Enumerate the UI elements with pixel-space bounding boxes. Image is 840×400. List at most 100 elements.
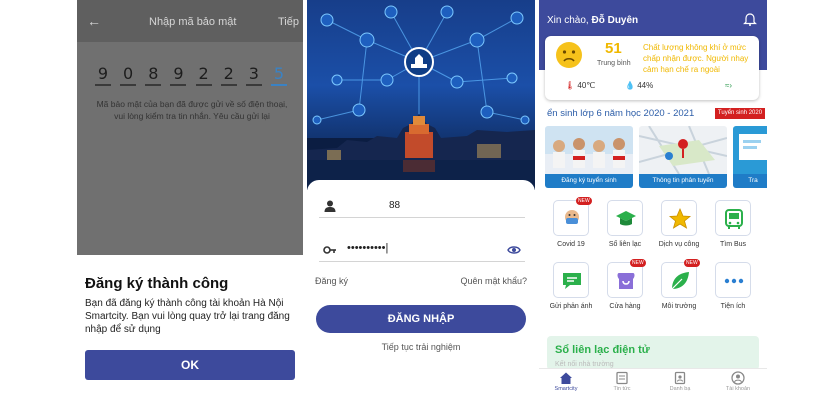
banner-lookup[interactable]: Tra bbox=[733, 126, 767, 188]
tile-label: Covid 19 bbox=[557, 241, 585, 248]
otp-digit-active[interactable]: 5 bbox=[270, 64, 287, 86]
greeting-prefix: Xin chào, bbox=[547, 15, 589, 26]
network-illustration bbox=[307, 5, 535, 190]
tile-box bbox=[715, 200, 751, 236]
tile-box bbox=[607, 262, 643, 298]
back-arrow-icon[interactable]: ← bbox=[87, 13, 101, 29]
password-field[interactable]: ••••••••••| bbox=[319, 240, 525, 262]
tile-box bbox=[607, 200, 643, 236]
otp-screen: ← Nhập mã bảo mật Tiếp 9 0 8 9 2 2 3 5 M… bbox=[77, 0, 303, 400]
tile-label: Dịch vụ công bbox=[658, 241, 700, 248]
banner-register-admission[interactable]: Đăng ký tuyển sinh bbox=[545, 126, 633, 188]
tile-box bbox=[553, 200, 589, 236]
password-value: ••••••••••| bbox=[347, 242, 389, 254]
banner-district-info[interactable]: Thông tin phân tuyến bbox=[639, 126, 727, 188]
tile-label: Tiện ích bbox=[720, 303, 746, 310]
otp-hint-text: Mã bảo mật của bạn đã được gửi về số điệ… bbox=[96, 99, 288, 121]
otp-digit[interactable]: 9 bbox=[95, 64, 111, 86]
tile-label: Môi trường bbox=[661, 303, 697, 310]
e-contact-book-promo[interactable]: Sổ liên lạc điện tử Kết nối nhà trường bbox=[547, 336, 759, 370]
promo-subtitle: Kết nối nhà trường bbox=[555, 361, 614, 368]
otp-digit[interactable]: 2 bbox=[220, 64, 237, 86]
user-name: Đỗ Duyên bbox=[591, 15, 639, 26]
virus-mask-icon bbox=[565, 210, 579, 224]
show-password-eye-icon[interactable] bbox=[507, 244, 521, 256]
news-icon bbox=[616, 371, 628, 385]
wind-icon: ≈› bbox=[725, 81, 733, 90]
smartcity-hero-image bbox=[307, 0, 535, 190]
map-photo bbox=[639, 126, 727, 174]
otp-digit[interactable]: 2 bbox=[195, 64, 212, 86]
new-badge: NEW bbox=[684, 259, 700, 267]
login-button[interactable]: ĐĂNG NHẬP bbox=[316, 305, 526, 333]
tab-smartcity[interactable]: Smartcity bbox=[541, 371, 591, 392]
banner-label: Thông tin phân tuyến bbox=[639, 174, 727, 188]
banner-label: Tra bbox=[733, 174, 767, 188]
tile-box bbox=[715, 262, 751, 298]
tab-label: Tin tức bbox=[613, 386, 631, 392]
tile-box bbox=[661, 200, 697, 236]
bottom-tab-bar: Smartcity Tin tức Danh bạ Tài khoản bbox=[539, 368, 767, 400]
more-dots-icon bbox=[724, 278, 744, 284]
login-screen: 88 ••••••••••| Đăng ký Quên mật khẩu? ĐĂ… bbox=[307, 0, 535, 400]
key-icon bbox=[323, 246, 336, 254]
forgot-password-link[interactable]: Quên mật khẩu? bbox=[460, 276, 527, 286]
otp-code-input[interactable]: 9 0 8 9 2 2 3 5 bbox=[95, 64, 287, 86]
tile-label: Sổ liên lạc bbox=[608, 241, 642, 248]
temperature-value: 40℃ bbox=[577, 81, 596, 90]
sad-face-icon bbox=[556, 42, 582, 68]
ok-button[interactable]: OK bbox=[85, 350, 295, 380]
air-quality-card[interactable]: 51 Trung bình Chất lượng không khí ở mức… bbox=[545, 36, 759, 100]
humidity: 💧 44% bbox=[625, 81, 653, 90]
username-value: 88 bbox=[389, 200, 401, 211]
dialog-message: Bạn đã đăng ký thành công tài khoản Hà N… bbox=[85, 298, 290, 335]
otp-digit[interactable]: 9 bbox=[170, 64, 187, 86]
tile-label: Tìm Bus bbox=[719, 241, 747, 248]
leaf-icon bbox=[671, 272, 689, 290]
star-icon bbox=[668, 207, 692, 229]
humidity-value: 44% bbox=[637, 81, 654, 90]
aqi-level: Trung bình bbox=[597, 60, 631, 67]
tab-label: Tài khoản bbox=[725, 386, 751, 392]
tab-label: Danh bạ bbox=[669, 386, 691, 392]
next-button[interactable]: Tiếp bbox=[278, 16, 299, 28]
admission-section-title: ển sinh lớp 6 năm học 2020 - 2021 bbox=[547, 108, 695, 119]
admission-tag: Tuyển sinh 2020 bbox=[715, 108, 765, 119]
tile-box bbox=[553, 262, 589, 298]
tab-label: Smartcity bbox=[554, 386, 578, 392]
username-field[interactable]: 88 bbox=[319, 196, 525, 218]
greeting: Xin chào, Đỗ Duyên bbox=[547, 15, 638, 26]
login-panel: 88 ••••••••••| Đăng ký Quên mật khẩu? ĐĂ… bbox=[307, 180, 535, 400]
phonebook-icon bbox=[674, 371, 686, 385]
aqi-description: Chất lượng không khí ở mức chấp nhận đượ… bbox=[643, 43, 749, 74]
banner-label: Đăng ký tuyển sinh bbox=[545, 174, 633, 188]
otp-digit[interactable]: 0 bbox=[120, 64, 137, 86]
account-icon bbox=[731, 371, 745, 385]
bell-icon[interactable] bbox=[743, 12, 757, 26]
success-dialog: Đăng ký thành công Bạn đã đăng ký thành … bbox=[77, 255, 303, 400]
tab-account[interactable]: Tài khoản bbox=[713, 371, 763, 392]
temperature: 🌡 40℃ bbox=[565, 81, 595, 90]
otp-digit[interactable]: 8 bbox=[145, 64, 162, 86]
tab-directory[interactable]: Danh bạ bbox=[655, 371, 705, 392]
students-photo bbox=[545, 126, 633, 174]
register-link[interactable]: Đăng ký bbox=[315, 276, 348, 286]
water-drop-icon: 💧 bbox=[625, 81, 635, 90]
new-badge: NEW bbox=[576, 197, 592, 205]
otp-title: Nhập mã bảo mật bbox=[149, 16, 237, 28]
user-icon bbox=[324, 200, 336, 212]
new-badge: NEW bbox=[630, 259, 646, 267]
otp-top-bar: ← Nhập mã bảo mật Tiếp bbox=[77, 0, 303, 42]
tab-news[interactable]: Tin tức bbox=[597, 371, 647, 392]
aqi-value: 51 bbox=[605, 40, 622, 57]
store-icon bbox=[617, 273, 635, 289]
chat-icon bbox=[563, 273, 581, 289]
lookup-photo bbox=[733, 126, 767, 174]
admission-banners: Đăng ký tuyển sinh Thông tin phân tuyến … bbox=[545, 126, 767, 188]
continue-experience-link[interactable]: Tiếp tục trải nghiệm bbox=[307, 342, 535, 352]
graduation-cap-icon bbox=[616, 211, 636, 226]
otp-digit[interactable]: 3 bbox=[245, 64, 262, 86]
home-screen: Xin chào, Đỗ Duyên 51 Trung bình Chất lư… bbox=[539, 0, 767, 400]
tile-label: Gửi phản ánh bbox=[549, 303, 593, 310]
tile-label: Cửa hàng bbox=[609, 303, 641, 310]
